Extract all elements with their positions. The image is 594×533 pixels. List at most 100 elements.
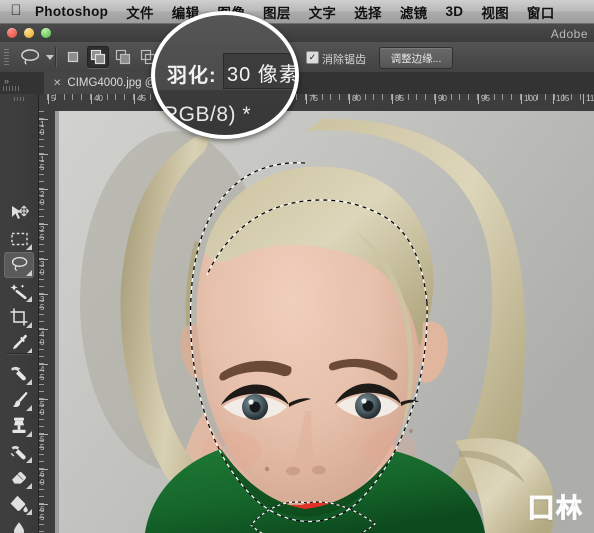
ruler-label: 30 xyxy=(40,261,48,276)
add-to-selection-button[interactable] xyxy=(87,46,109,68)
magnified-title-fragment: RGB/8) * xyxy=(163,103,251,127)
tools-panel xyxy=(0,94,39,533)
ruler-label: 65 xyxy=(40,506,48,521)
ruler-label: 110 xyxy=(584,95,594,103)
tool-flyout-triangle-icon[interactable] xyxy=(26,405,32,411)
apple-logo-icon[interactable]:  xyxy=(6,3,26,20)
ruler-tick xyxy=(468,94,469,100)
tool-flyout-triangle-icon[interactable] xyxy=(26,296,32,302)
close-button[interactable] xyxy=(7,28,17,38)
ruler-label: 40 xyxy=(40,331,48,346)
menu-item-select[interactable]: 选择 xyxy=(345,2,391,22)
ruler-label: 60 xyxy=(40,471,48,486)
antialias-checkbox[interactable]: ✓ xyxy=(306,51,319,64)
ruler-tick xyxy=(365,94,366,100)
clone-stamp-tool[interactable] xyxy=(4,413,34,439)
antialias-label: 消除锯齿 xyxy=(322,51,366,67)
ruler-tick xyxy=(545,94,546,100)
refine-edge-button[interactable]: 调整边缘... xyxy=(379,47,453,69)
magnifier-content: 羽化: 30 像素 ✓ RGB/8) * xyxy=(155,15,295,135)
ruler-tick xyxy=(571,94,572,100)
ruler-tick xyxy=(322,94,323,100)
brush-tool[interactable] xyxy=(4,387,34,413)
ruler-label: 5 xyxy=(49,95,55,103)
close-icon[interactable]: ✕ xyxy=(53,78,61,89)
magnified-feather-value: 30 像素 xyxy=(227,58,299,87)
ruler-tick xyxy=(511,94,512,100)
eraser-tool[interactable] xyxy=(4,465,34,491)
ruler-tick xyxy=(416,94,417,100)
document-tab[interactable]: ✕ CIMG4000.jpg @ xyxy=(44,72,166,94)
panel-expand-arrows-icon[interactable]: » xyxy=(4,76,8,86)
menu-item-photoshop[interactable]: Photoshop xyxy=(26,4,117,19)
tool-flyout-triangle-icon[interactable] xyxy=(26,244,32,250)
tab-strip-grip[interactable] xyxy=(3,86,19,91)
new-selection-button[interactable] xyxy=(62,46,84,68)
ruler-tick xyxy=(107,94,108,100)
magnified-feather-label: 羽化: xyxy=(167,59,217,88)
window-controls xyxy=(7,28,51,38)
vertical-ruler[interactable]: 101520253035404550556065 xyxy=(38,111,56,533)
lasso-tool[interactable] xyxy=(4,252,34,278)
magnifier-callout: 羽化: 30 像素 ✓ RGB/8) * xyxy=(151,11,301,141)
tool-flyout-triangle-icon[interactable] xyxy=(26,457,32,463)
blur-tool[interactable] xyxy=(4,517,34,533)
ruler-tick xyxy=(72,94,73,100)
ruler-label: 45 xyxy=(40,366,48,381)
photoshop-window:  Photoshop 文件 编辑 图像 图层 文字 选择 滤镜 3D 视图 窗… xyxy=(0,0,594,533)
menu-item-3d[interactable]: 3D xyxy=(436,4,472,19)
ruler-tick xyxy=(81,94,82,100)
ruler-tick xyxy=(382,94,383,100)
marquee-tool[interactable] xyxy=(4,226,34,252)
ruler-tick xyxy=(502,94,503,100)
ruler-label: 25 xyxy=(40,226,48,241)
tool-flyout-triangle-icon[interactable] xyxy=(26,431,32,437)
ruler-label: 90 xyxy=(436,95,447,103)
minimize-button[interactable] xyxy=(24,28,34,38)
tools-divider xyxy=(6,353,32,354)
lasso-tool-icon[interactable] xyxy=(17,47,43,67)
document-image[interactable] xyxy=(55,111,594,533)
tool-preset-chevron-down-icon[interactable] xyxy=(46,55,54,60)
tool-flyout-triangle-icon[interactable] xyxy=(26,270,32,276)
move-tool-icon xyxy=(8,202,30,224)
canvas-area[interactable] xyxy=(55,111,594,533)
tool-flyout-triangle-icon[interactable] xyxy=(26,322,32,328)
ruler-tick xyxy=(124,94,125,100)
move-tool[interactable] xyxy=(4,200,34,226)
gradient-tool[interactable] xyxy=(4,491,34,517)
menu-item-view[interactable]: 视图 xyxy=(472,2,518,22)
horizontal-ruler[interactable]: 5404550707580859095100105110 xyxy=(38,94,594,112)
ruler-tick xyxy=(459,94,460,100)
ruler-tick xyxy=(339,94,340,100)
ruler-label: 100 xyxy=(522,95,537,103)
crop-tool[interactable] xyxy=(4,304,34,330)
magnifier-lens: 羽化: 30 像素 ✓ RGB/8) * xyxy=(151,11,299,139)
tools-panel-grip[interactable] xyxy=(14,97,24,101)
selection-mode-group xyxy=(62,46,159,68)
menu-item-type[interactable]: 文字 xyxy=(300,2,346,22)
menu-item-window[interactable]: 窗口 xyxy=(518,2,564,22)
ruler-tick xyxy=(115,94,116,100)
ruler-label: 20 xyxy=(40,191,48,206)
menu-item-filter[interactable]: 滤镜 xyxy=(391,2,437,22)
ruler-label: 105 xyxy=(554,95,569,103)
tool-flyout-triangle-icon[interactable] xyxy=(26,509,32,515)
ruler-tick xyxy=(408,94,409,100)
ruler-tick xyxy=(451,94,452,100)
healing-brush-tool[interactable] xyxy=(4,361,34,387)
tool-flyout-triangle-icon[interactable] xyxy=(26,483,32,489)
zoom-button[interactable] xyxy=(41,28,51,38)
blur-drop-icon xyxy=(8,519,30,533)
magic-wand-tool[interactable] xyxy=(4,278,34,304)
subtract-from-selection-button[interactable] xyxy=(112,46,134,68)
document-tab-title: CIMG4000.jpg @ xyxy=(67,77,156,89)
ruler-tick xyxy=(580,94,581,100)
ruler-label: 75 xyxy=(307,95,318,103)
ruler-tick xyxy=(330,94,331,100)
options-bar-grip[interactable] xyxy=(4,49,9,65)
history-brush-tool[interactable] xyxy=(4,439,34,465)
ruler-label: 85 xyxy=(393,95,404,103)
tool-flyout-triangle-icon[interactable] xyxy=(26,379,32,385)
watermark: 囗林 xyxy=(528,488,584,525)
